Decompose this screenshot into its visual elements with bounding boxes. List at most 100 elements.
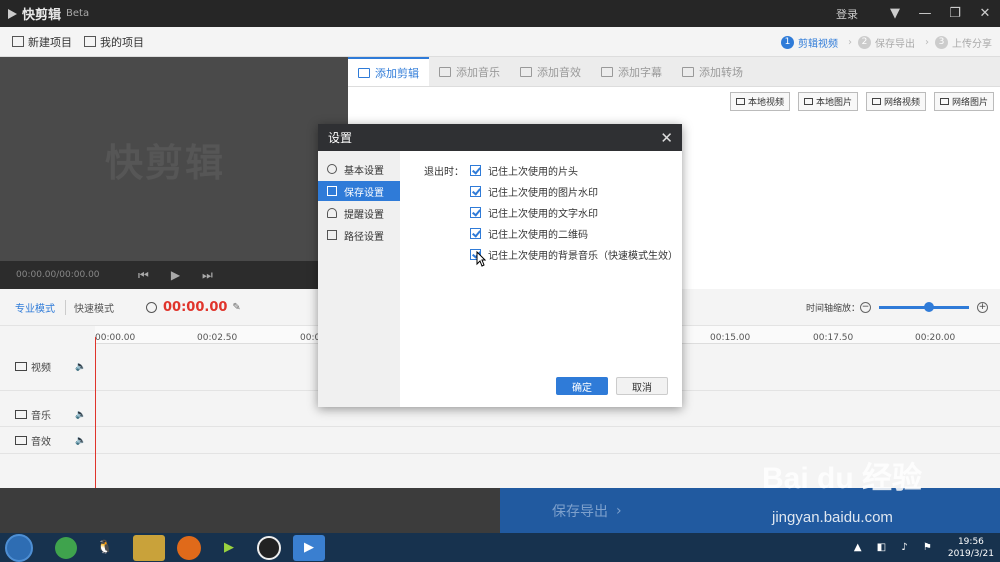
tab-label: 添加剪辑 xyxy=(375,66,419,80)
step-indicator: 1 剪辑视频 › 2 保存导出 › 3 上传分享 xyxy=(775,27,992,57)
settings-dialog: 设置 ✕ 基本设置 保存设置 提醒设置 路径设置 退出时： 记住上次使用的片头 … xyxy=(318,124,682,407)
checkbox-checked[interactable] xyxy=(470,165,481,176)
pro-mode-tab[interactable]: 专业模式 xyxy=(15,300,55,315)
bell-icon xyxy=(327,208,337,218)
sound-track[interactable]: 音效 🔈 xyxy=(0,427,1000,454)
qq-icon[interactable]: 🐧 xyxy=(89,535,121,561)
cancel-button[interactable]: 取消 xyxy=(616,377,668,395)
minimize-icon[interactable]: — xyxy=(910,0,940,27)
app-logo-icon xyxy=(8,8,17,19)
local-video-button[interactable]: 本地视频 xyxy=(729,92,790,111)
option-label: 记住上次使用的背景音乐（快速模式生效） xyxy=(488,251,678,262)
zoom-in-icon[interactable]: + xyxy=(977,302,988,313)
sidebar-item-path[interactable]: 路径设置 xyxy=(318,225,400,245)
tab-add-subtitle[interactable]: 添加字幕 xyxy=(591,57,672,86)
tab-label: 添加音效 xyxy=(537,65,581,79)
checkbox-checked[interactable] xyxy=(470,207,481,218)
video-icon xyxy=(735,98,745,105)
my-projects-button[interactable]: 我的项目 xyxy=(84,34,144,50)
ruler-tick: 00:00.00 xyxy=(95,333,136,343)
chevron-right-icon: › xyxy=(616,502,622,519)
option-remember-qrcode[interactable]: 记住上次使用的二维码 xyxy=(470,226,588,241)
login-button[interactable]: 登录 xyxy=(836,6,858,22)
step-share[interactable]: 3 上传分享 xyxy=(935,35,992,50)
tab-add-music[interactable]: 添加音乐 xyxy=(429,57,510,86)
save-export-button[interactable]: 保存导出 › xyxy=(500,488,1000,533)
firefox-icon[interactable] xyxy=(177,535,201,560)
sidebar-item-save[interactable]: 保存设置 xyxy=(318,181,400,201)
play-icon[interactable]: ▶ xyxy=(171,268,180,282)
text-icon xyxy=(601,66,613,77)
step-edit[interactable]: 1 剪辑视频 › xyxy=(781,35,852,50)
zoom-slider[interactable] xyxy=(879,302,969,312)
app-logo: 快剪辑 Beta xyxy=(8,4,89,23)
browser-360-icon[interactable] xyxy=(55,536,77,559)
toolbar: 新建项目 我的项目 1 剪辑视频 › 2 保存导出 › 3 上传分享 xyxy=(0,27,1000,57)
record-icon[interactable] xyxy=(257,535,281,560)
local-image-button[interactable]: 本地图片 xyxy=(797,92,858,111)
media-tabs: 添加剪辑 添加音乐 添加音效 添加字幕 添加转场 xyxy=(348,57,1000,87)
export-label: 保存导出 xyxy=(552,503,608,520)
option-remember-intro[interactable]: 记住上次使用的片头 xyxy=(470,163,578,178)
volume-icon[interactable]: 🔈 xyxy=(75,436,86,446)
zoom-slider-handle[interactable] xyxy=(924,302,934,312)
step-label: 剪辑视频 xyxy=(798,38,838,50)
web-image-button[interactable]: 网络图片 xyxy=(933,92,994,111)
menu-dropdown-icon[interactable]: ▼ xyxy=(880,0,910,27)
volume-icon[interactable]: 🔈 xyxy=(75,362,86,372)
player-time: 00:00.00/00:00.00 xyxy=(16,270,100,280)
sidebar-item-reminder[interactable]: 提醒设置 xyxy=(318,203,400,223)
music-track-label: 音乐 🔈 xyxy=(15,407,86,422)
media-player-icon[interactable]: ▶ xyxy=(213,535,245,561)
timeline-zoom: 时间轴缩放： − + xyxy=(806,289,988,326)
checkbox-checked[interactable] xyxy=(470,186,481,197)
video-camera-icon xyxy=(15,362,27,371)
kuaijianji-taskbar-icon[interactable]: ▶ xyxy=(293,534,325,561)
button-label: 本地视频 xyxy=(747,98,784,108)
playhead[interactable] xyxy=(95,337,96,489)
sidebar-item-basic[interactable]: 基本设置 xyxy=(318,159,400,179)
option-label: 记住上次使用的文字水印 xyxy=(488,209,598,220)
video-camera-icon xyxy=(358,67,370,78)
video-track-label: 视频 🔈 xyxy=(15,359,86,374)
tab-add-clip[interactable]: 添加剪辑 xyxy=(348,57,429,86)
next-icon[interactable]: ⏭ xyxy=(202,268,213,283)
edit-icon[interactable]: ✎ xyxy=(232,302,240,313)
track-name: 视频 xyxy=(31,363,51,374)
tray-icons[interactable]: ▲ ◧ ♪ ⚑ xyxy=(854,542,938,553)
option-remember-text-watermark[interactable]: 记住上次使用的文字水印 xyxy=(470,205,598,220)
fast-mode-tab[interactable]: 快速模式 xyxy=(65,299,114,315)
option-remember-bgm[interactable]: 记住上次使用的背景音乐（快速模式生效） xyxy=(470,247,678,262)
checkbox-checked[interactable] xyxy=(470,228,481,239)
dialog-title: 设置 xyxy=(328,131,353,145)
web-video-button[interactable]: 网络视频 xyxy=(865,92,926,111)
start-button[interactable] xyxy=(5,533,33,562)
tab-label: 添加音乐 xyxy=(456,65,500,79)
chevron-right-icon: › xyxy=(848,36,852,48)
zoom-out-icon[interactable]: − xyxy=(860,302,871,313)
option-remember-image-watermark[interactable]: 记住上次使用的图片水印 xyxy=(470,184,598,199)
folder-icon xyxy=(327,230,337,240)
windows-taskbar: 🐧 ▶ ▶ ▲ ◧ ♪ ⚑ 19:56 2019/3/21 xyxy=(0,533,1000,562)
sound-effect-icon xyxy=(15,436,27,445)
my-projects-label: 我的项目 xyxy=(100,35,144,49)
button-label: 网络图片 xyxy=(951,98,988,108)
tab-add-sound[interactable]: 添加音效 xyxy=(510,57,591,86)
previous-icon[interactable]: ⏮ xyxy=(138,268,149,283)
volume-icon[interactable]: 🔈 xyxy=(75,410,86,420)
video-preview: 快剪辑 xyxy=(0,57,348,261)
dialog-title-bar: 设置 ✕ xyxy=(318,124,682,151)
new-project-button[interactable]: 新建项目 xyxy=(12,34,72,50)
tab-add-transition[interactable]: 添加转场 xyxy=(672,57,753,86)
file-explorer-icon[interactable] xyxy=(133,534,165,561)
dialog-close-icon[interactable]: ✕ xyxy=(660,129,673,147)
clock-icon xyxy=(146,301,157,313)
system-clock[interactable]: 19:56 2019/3/21 xyxy=(948,536,994,560)
preview-logo: 快剪辑 xyxy=(105,141,226,185)
image-icon xyxy=(939,98,949,105)
maximize-icon[interactable]: ❐ xyxy=(940,0,970,27)
settings-content: 退出时： 记住上次使用的片头 记住上次使用的图片水印 记住上次使用的文字水印 记… xyxy=(400,151,682,407)
ok-button[interactable]: 确定 xyxy=(556,377,608,395)
step-export[interactable]: 2 保存导出 › xyxy=(858,35,929,50)
close-icon[interactable]: ✕ xyxy=(970,0,1000,27)
